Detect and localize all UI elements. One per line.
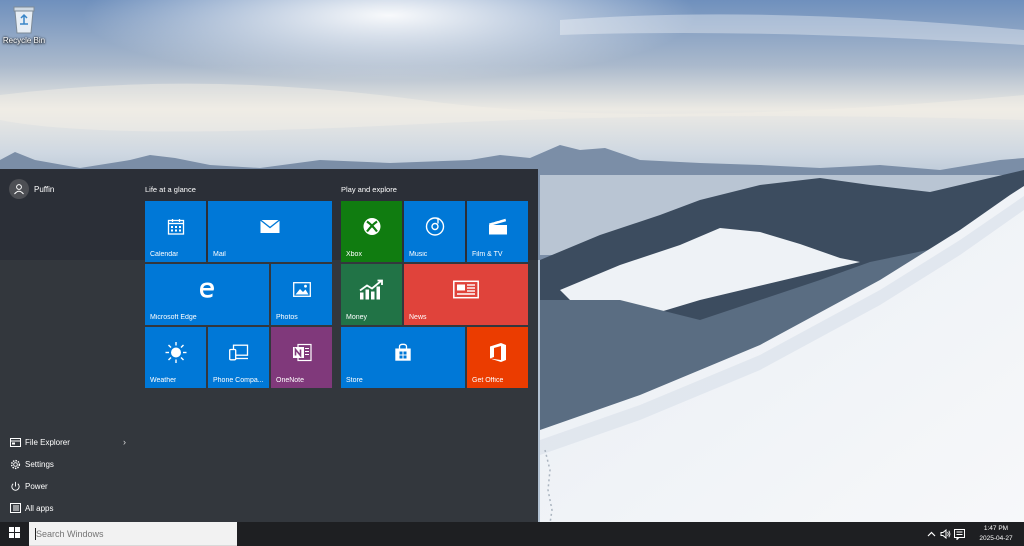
left-item-settings[interactable]: Settings (0, 453, 134, 475)
user-name: Puffin (34, 184, 55, 194)
tile-label: News (409, 314, 427, 321)
notification-icon[interactable] (952, 522, 966, 546)
group-title-life-at-a-glance: Life at a glance (145, 185, 196, 194)
film-icon (488, 218, 507, 240)
tile-label: Calendar (150, 251, 179, 258)
list-icon (9, 502, 21, 514)
power-icon (9, 480, 21, 492)
tile-label: Film & TV (472, 251, 503, 258)
left-item-all-apps[interactable]: All apps (0, 497, 134, 519)
tile-label: Weather (150, 377, 177, 384)
tile-music[interactable]: Music (404, 201, 465, 262)
tile-phone-companion[interactable]: Phone Compa... (208, 327, 269, 388)
left-item-label: All apps (25, 503, 54, 513)
start-left-list: File Explorer › Settings Power All apps (0, 431, 134, 519)
xbox-icon (362, 217, 381, 241)
edge-icon (199, 281, 216, 303)
left-item-power[interactable]: Power (0, 475, 134, 497)
onenote-icon (292, 343, 312, 368)
tile-calendar[interactable]: Calendar (145, 201, 206, 262)
start-menu: Puffin File Explorer › Settings Power Al… (0, 169, 538, 522)
system-tray: 1:47 PM 2025-04-27 (924, 522, 1024, 546)
tile-weather[interactable]: Weather (145, 327, 206, 388)
windows-logo-icon (9, 525, 20, 543)
start-button[interactable] (0, 522, 29, 546)
taskbar: 1:47 PM 2025-04-27 (0, 522, 1024, 546)
tile-xbox[interactable]: Xbox (341, 201, 402, 262)
clock[interactable]: 1:47 PM 2025-04-27 (970, 524, 1022, 544)
tile-label: Store (346, 377, 363, 384)
phone-companion-icon (228, 344, 249, 366)
left-item-label: Settings (25, 459, 54, 469)
tile-get-office[interactable]: Get Office (467, 327, 528, 388)
desktop-icon-recycle-bin[interactable]: Recycle Bin (2, 2, 46, 45)
tile-label: OneNote (276, 377, 305, 384)
tile-label: Microsoft Edge (150, 314, 197, 321)
tile-mail[interactable]: Mail (208, 201, 332, 262)
left-item-file-explorer[interactable]: File Explorer › (0, 431, 134, 453)
desktop-icon-label: Recycle Bin (2, 36, 46, 45)
tile-label: Money (346, 314, 368, 321)
office-icon (489, 343, 507, 368)
tile-film-tv[interactable]: Film & TV (467, 201, 528, 262)
tile-label: Music (409, 251, 428, 258)
user-account-button[interactable]: Puffin (9, 179, 54, 199)
text-cursor (35, 528, 36, 540)
photos-icon (292, 282, 311, 302)
recycle-bin-icon (11, 4, 37, 34)
tile-microsoft-edge[interactable]: Microsoft Edge (145, 264, 269, 325)
chevron-right-icon[interactable]: › (123, 437, 126, 447)
tile-label: Mail (213, 251, 226, 258)
news-icon (453, 280, 479, 304)
tile-news[interactable]: News (404, 264, 528, 325)
money-chart-icon (358, 279, 385, 305)
tile-onenote[interactable]: OneNote (271, 327, 332, 388)
music-icon (425, 217, 445, 242)
store-bag-icon (395, 343, 412, 367)
tile-label: Phone Compa... (213, 377, 264, 384)
tile-label: Photos (276, 314, 298, 321)
gear-icon (9, 458, 21, 470)
clock-time: 1:47 PM (983, 525, 1009, 532)
group-title-play-and-explore: Play and explore (341, 185, 397, 194)
left-item-label: File Explorer (25, 437, 70, 447)
calendar-icon (167, 218, 184, 240)
left-item-label: Power (25, 481, 48, 491)
tile-label: Xbox (346, 251, 362, 258)
search-box[interactable] (29, 522, 237, 546)
chevron-up-icon[interactable] (924, 522, 938, 546)
tile-label: Get Office (472, 377, 504, 384)
search-input[interactable] (29, 522, 237, 545)
weather-sun-icon (165, 342, 187, 369)
clock-date: 2025-04-27 (979, 535, 1013, 542)
tile-money[interactable]: Money (341, 264, 402, 325)
volume-icon[interactable] (938, 522, 952, 546)
tile-store[interactable]: Store (341, 327, 465, 388)
user-avatar-icon (9, 179, 29, 199)
folder-icon (9, 436, 21, 448)
tile-photos[interactable]: Photos (271, 264, 332, 325)
mail-icon (260, 219, 280, 239)
